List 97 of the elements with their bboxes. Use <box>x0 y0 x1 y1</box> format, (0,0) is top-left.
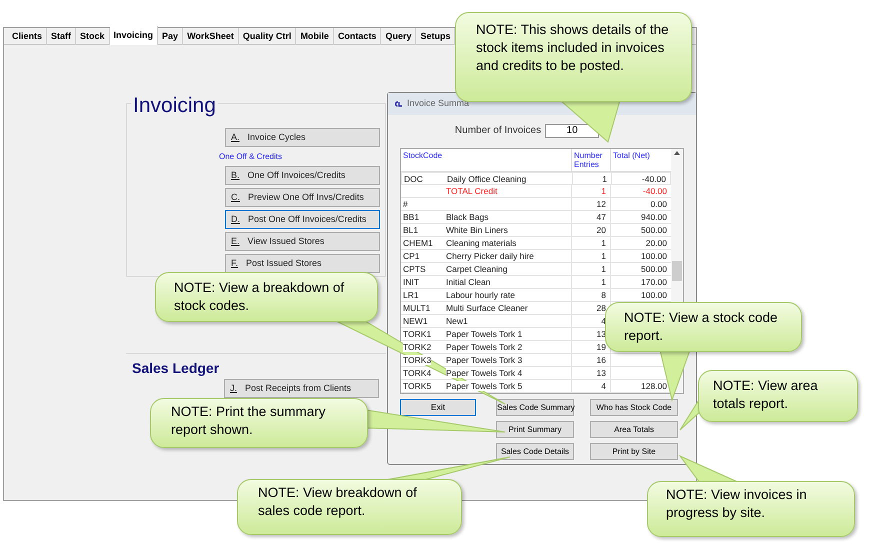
menu-button[interactable]: F. Post Issued Stores <box>225 254 380 273</box>
tab[interactable]: Contacts <box>334 28 382 45</box>
table-cell: 940.00 <box>641 212 667 222</box>
column-header: Number Entries <box>571 149 610 171</box>
table-cell: Daily Office Cleaning <box>447 174 526 184</box>
table-cell: CHEM1 <box>403 238 433 248</box>
report-button[interactable]: Who has Stock Code <box>590 399 678 416</box>
table-cell: 4 <box>601 381 606 391</box>
table-cell: 100.00 <box>641 290 667 300</box>
table-cell: Multi Surface Cleaner <box>446 303 528 313</box>
table-cell: TORK5 <box>403 381 432 391</box>
note-callout: NOTE: This shows details of the stock items included in invoices and credits to be posted. <box>455 12 692 102</box>
tab[interactable]: Quality Ctrl <box>238 28 296 45</box>
report-button[interactable]: Print Summary <box>496 421 574 438</box>
table-cell: 20.00 <box>646 238 667 248</box>
table-cell: Paper Towels Tork 5 <box>446 381 522 391</box>
table-cell: 170.00 <box>641 277 667 287</box>
table-cell: 100.00 <box>641 251 667 261</box>
table-cell: 12 <box>596 199 606 209</box>
table-cell: Carpet Cleaning <box>446 264 508 274</box>
table-cell: DOC <box>404 174 423 184</box>
report-button[interactable]: Sales Code Details <box>496 443 574 460</box>
table-cell: -40.00 <box>642 186 667 196</box>
menu-button[interactable]: J. Post Receipts from Clients <box>224 379 379 398</box>
note-callout: NOTE: View a breakdown of stock codes. <box>155 272 378 322</box>
app-logo-icon <box>394 101 403 107</box>
table-cell: CPTS <box>403 264 426 274</box>
table-cell: MULT1 <box>403 303 430 313</box>
table-cell: BL1 <box>403 225 418 235</box>
table-cell: Initial Clean <box>446 277 490 287</box>
table-cell: 47 <box>596 212 606 222</box>
field-label: Number of Invoices <box>454 124 542 138</box>
table-cell: LR1 <box>403 290 419 300</box>
table-cell: Black Bags <box>446 212 489 222</box>
tab[interactable]: Clients <box>8 28 48 45</box>
table-cell: 500.00 <box>641 225 667 235</box>
tab[interactable]: Query <box>381 28 416 45</box>
table-cell: TORK1 <box>403 329 432 339</box>
table-cell: CP1 <box>403 251 420 261</box>
table-cell: -40.00 <box>642 174 666 184</box>
tab[interactable]: Invoicing <box>110 26 158 45</box>
table-cell: NEW1 <box>403 316 428 326</box>
table-cell: 1 <box>601 186 606 196</box>
table-cell: 1 <box>601 264 606 274</box>
invoice-count-field[interactable]: 10 <box>545 124 600 138</box>
table-cell: INIT <box>403 277 420 287</box>
tab[interactable]: WorkSheet <box>183 28 239 45</box>
table-cell: Paper Towels Tork 3 <box>446 355 522 365</box>
table-cell: 20 <box>596 225 606 235</box>
table-cell: 1 <box>602 174 607 184</box>
table-cell: TORK2 <box>403 342 432 352</box>
table-cell: 1 <box>601 277 606 287</box>
scroll-thumb[interactable] <box>672 261 682 281</box>
report-button[interactable]: Sales Code Summary <box>496 399 574 416</box>
tab[interactable]: Pay <box>158 28 184 45</box>
scroll-up-icon <box>674 151 680 155</box>
table-cell: 16 <box>596 355 606 365</box>
note-callout: NOTE: View invoices in progress by site. <box>647 481 855 537</box>
menu-button[interactable]: B. One Off Invoices/Credits <box>225 166 380 185</box>
table-cell: White Bin Liners <box>446 225 508 235</box>
table-cell: 0.00 <box>650 199 667 209</box>
table-cell: 8 <box>601 290 606 300</box>
table-cell: 500.00 <box>641 264 667 274</box>
table-cell: Paper Towels Tork 1 <box>446 329 522 339</box>
menu-button[interactable]: C. Preview One Off Invs/Credits <box>225 188 380 207</box>
table-cell: TOTAL Credit <box>446 186 498 196</box>
table-cell: BB1 <box>403 212 420 222</box>
note-callout: NOTE: View breakdown of sales code report. <box>237 479 462 535</box>
table-cell: TORK4 <box>403 368 432 378</box>
menu-button[interactable]: D. Post One Off Invoices/Credits <box>225 210 380 229</box>
table-cell: Paper Towels Tork 4 <box>446 368 522 378</box>
menu-button[interactable]: E. View Issued Stores <box>225 232 380 251</box>
table-cell: Paper Towels Tork 2 <box>446 342 522 352</box>
note-callout: NOTE: View a stock code report. <box>605 302 802 352</box>
table-cell: # <box>403 199 408 209</box>
note-callout: NOTE: Print the summary report shown. <box>150 398 368 448</box>
tab[interactable]: Staff <box>47 28 76 45</box>
report-button[interactable]: Print by Site <box>590 443 678 460</box>
column-header: StockCode <box>402 150 444 162</box>
exit-button[interactable]: Exit <box>400 399 476 416</box>
table-cell: 13 <box>596 368 606 378</box>
table-cell: 19 <box>596 342 606 352</box>
note-callout: NOTE: View area totals report. <box>698 370 858 422</box>
table-cell: 1 <box>601 251 606 261</box>
table-cell: Labour hourly rate <box>446 290 515 300</box>
table-cell: 28 <box>596 303 606 313</box>
table-cell: Cleaning materials <box>446 238 516 248</box>
table-cell: Cherry Picker daily hire <box>446 251 534 261</box>
menu-button[interactable]: A. Invoice Cycles <box>225 128 380 147</box>
group-label: One Off & Credits <box>219 151 283 163</box>
table-cell: New1 <box>446 316 468 326</box>
table-cell: TORK3 <box>403 355 432 365</box>
table-cell: 1 <box>601 238 606 248</box>
tab[interactable]: Mobile <box>296 28 334 45</box>
section-title: Sales Ledger <box>132 359 220 378</box>
report-button[interactable]: Area Totals <box>590 421 678 438</box>
table-cell: 128.00 <box>641 381 667 391</box>
